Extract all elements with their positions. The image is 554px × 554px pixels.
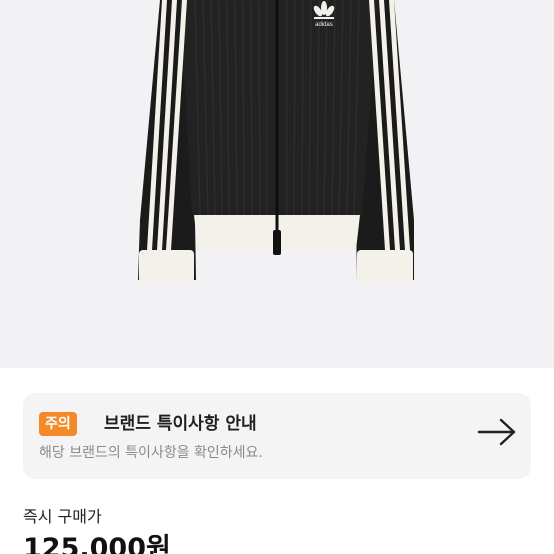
brand-logo-text: adidas	[315, 22, 333, 28]
arrow-right-icon[interactable]	[477, 417, 517, 447]
brand-notice-card[interactable]: 주의 브랜드 특이사항 안내 해당 브랜드의 특이사항을 확인하세요.	[23, 393, 531, 479]
warning-badge: 주의	[39, 412, 77, 436]
instant-buy-price-label: 즉시 구매가	[23, 507, 102, 526]
notice-description: 해당 브랜드의 특이사항을 확인하세요.	[39, 445, 263, 461]
instant-buy-price: 125,000원	[23, 533, 171, 554]
jacket-illustration: adidas	[138, 0, 414, 283]
notice-title: 브랜드 특이사항 안내	[104, 414, 257, 434]
product-image[interactable]: adidas	[0, 0, 554, 368]
